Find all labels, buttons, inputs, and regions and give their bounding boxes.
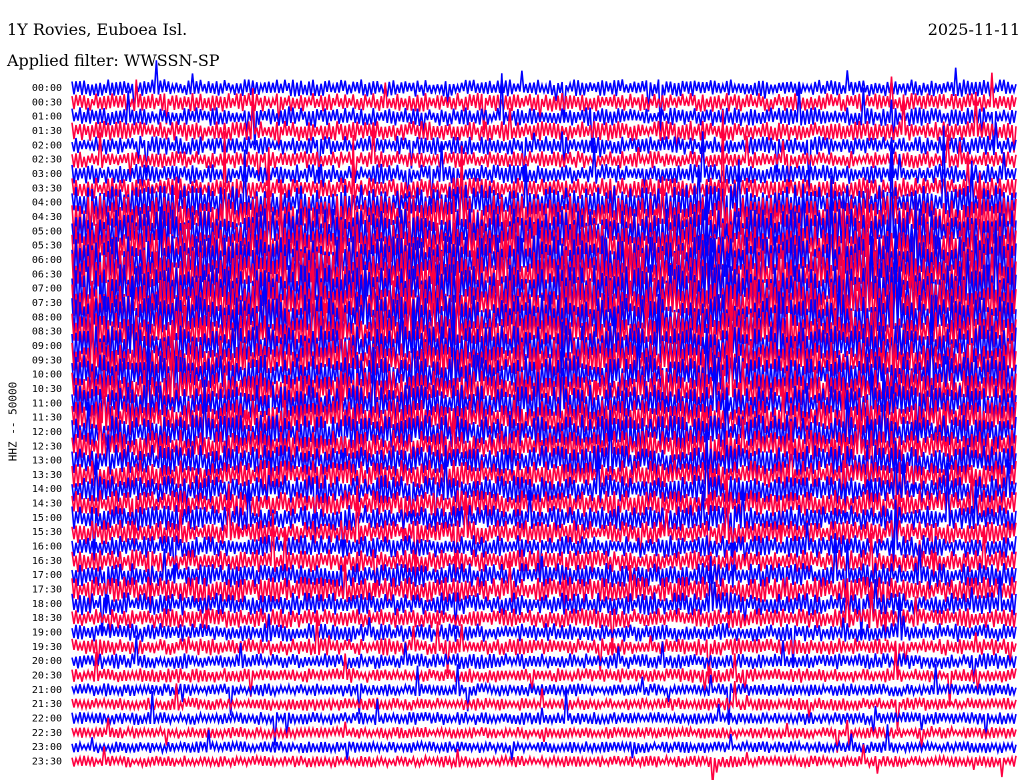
time-tick-label: 04:00 xyxy=(32,198,62,209)
filter-label: Applied filter: WWSSN-SP xyxy=(7,51,220,70)
time-tick-label: 10:00 xyxy=(32,370,62,381)
time-tick-label: 18:00 xyxy=(32,599,62,610)
time-tick-label: 03:00 xyxy=(32,169,62,180)
time-tick-label: 07:30 xyxy=(32,298,62,309)
time-tick-label: 08:30 xyxy=(32,327,62,338)
time-tick-label: 21:30 xyxy=(32,699,62,710)
time-tick-label: 20:30 xyxy=(32,671,62,682)
time-tick-label: 02:30 xyxy=(32,155,62,166)
time-tick-label: 05:30 xyxy=(32,241,62,252)
time-tick-label: 17:30 xyxy=(32,585,62,596)
time-tick-label: 16:30 xyxy=(32,556,62,567)
time-tick-label: 00:00 xyxy=(32,83,62,94)
time-tick-label: 21:00 xyxy=(32,685,62,696)
time-tick-label: 14:00 xyxy=(32,484,62,495)
helicorder-plot: 00:00 00:30 01:00 01:30 02:00 02:30 03:00 03:30… xyxy=(32,60,1017,780)
time-tick-label: 09:30 xyxy=(32,355,62,366)
time-tick-label: 18:30 xyxy=(32,613,62,624)
time-tick-label: 08:00 xyxy=(32,312,62,323)
time-tick-label: 22:30 xyxy=(32,728,62,739)
time-tick-label: 16:00 xyxy=(32,542,62,553)
time-tick-label: 01:00 xyxy=(32,112,62,123)
time-tick-label: 11:00 xyxy=(32,398,62,409)
time-tick-label: 02:00 xyxy=(32,140,62,151)
time-tick-label: 03:30 xyxy=(32,183,62,194)
date-label: 2025-11-11 xyxy=(927,20,1020,39)
time-tick-label: 12:30 xyxy=(32,441,62,452)
time-tick-label: 13:30 xyxy=(32,470,62,481)
time-tick-label: 17:00 xyxy=(32,570,62,581)
time-tick-label: 09:00 xyxy=(32,341,62,352)
time-tick-label: 10:30 xyxy=(32,384,62,395)
time-tick-label: 23:00 xyxy=(32,742,62,753)
time-tick-label: 15:30 xyxy=(32,527,62,538)
time-tick-label: 06:30 xyxy=(32,269,62,280)
time-tick-label: 11:30 xyxy=(32,413,62,424)
time-tick-label: 12:00 xyxy=(32,427,62,438)
time-tick-label: 01:30 xyxy=(32,126,62,137)
time-tick-label: 00:30 xyxy=(32,97,62,108)
station-title: 1Y Rovies, Euboea Isl. xyxy=(7,20,188,39)
time-tick-label: 20:00 xyxy=(32,656,62,667)
time-tick-label: 06:00 xyxy=(32,255,62,266)
time-tick-label: 23:30 xyxy=(32,757,62,768)
time-tick-label: 22:00 xyxy=(32,714,62,725)
time-tick-label: 07:00 xyxy=(32,284,62,295)
time-tick-label: 04:30 xyxy=(32,212,62,223)
time-tick-label: 19:00 xyxy=(32,628,62,639)
time-tick-label: 14:30 xyxy=(32,499,62,510)
time-tick-label: 15:00 xyxy=(32,513,62,524)
time-tick-label: 13:00 xyxy=(32,456,62,467)
time-tick-label: 19:30 xyxy=(32,642,62,653)
time-tick-label: 05:00 xyxy=(32,226,62,237)
